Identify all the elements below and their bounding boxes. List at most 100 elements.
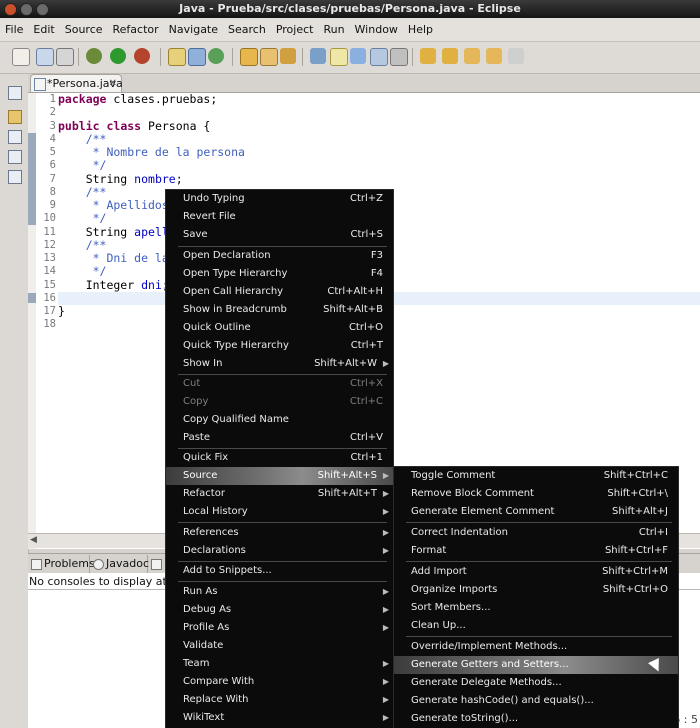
menu-item-generate-hashcode-equals[interactable]: Generate hashCode() and equals()... [394, 692, 678, 710]
menu-item-open-type-hierarchy[interactable]: Open Type Hierarchy F4 [166, 265, 393, 283]
restore-icon[interactable] [8, 86, 22, 100]
close-window-button[interactable] [4, 3, 17, 16]
window-controls[interactable] [4, 3, 49, 16]
code-text: clases.pruebas; [106, 92, 218, 106]
tab-javadoc[interactable]: Javadoc [90, 555, 149, 573]
menu-item-toggle-comment[interactable]: Toggle Comment Shift+Ctrl+C [394, 467, 678, 485]
tab-persona-java[interactable]: *Persona.java ✕ [30, 74, 123, 92]
menu-item-refactor[interactable]: Refactor Shift+Alt+T ▶ [166, 485, 393, 503]
last-edit-icon[interactable] [464, 48, 480, 64]
mark-occurrences-icon[interactable] [310, 48, 326, 64]
code-text: Integer [58, 277, 142, 292]
maximize-window-button[interactable] [36, 3, 49, 16]
scroll-left-icon[interactable]: ◀ [30, 535, 40, 545]
menu-item-validate[interactable]: Validate [166, 637, 393, 655]
show-whitespace-icon[interactable] [350, 48, 366, 64]
menu-item-generate-element-comment[interactable]: Generate Element Comment Shift+Alt+J [394, 503, 678, 521]
menu-item-open-call-hierarchy[interactable]: Open Call Hierarchy Ctrl+Alt+H [166, 283, 393, 301]
menu-item-override-implement-methods[interactable]: Override/Implement Methods... [394, 638, 678, 656]
menu-item-label: Copy Qualified Name [183, 414, 289, 425]
menu-item-cut[interactable]: Cut Ctrl+X [166, 375, 393, 393]
menu-item-label: Sort Members... [411, 602, 491, 613]
menu-item-show-in[interactable]: Show In Shift+Alt+W ▶ [166, 355, 393, 373]
menu-item-compare-with[interactable]: Compare With ▶ [166, 673, 393, 691]
menu-item-replace-with[interactable]: Replace With ▶ [166, 691, 393, 709]
open-type-icon[interactable] [240, 48, 258, 66]
menu-help[interactable]: Help [403, 23, 438, 36]
menu-item-quick-fix[interactable]: Quick Fix Ctrl+1 [166, 449, 393, 467]
block-selection-icon[interactable] [370, 48, 388, 66]
menu-item-references[interactable]: References ▶ [166, 524, 393, 542]
package-explorer-icon[interactable] [8, 110, 22, 124]
menu-refactor[interactable]: Refactor [108, 23, 164, 36]
menu-source[interactable]: Source [60, 23, 108, 36]
external-tools-icon[interactable] [134, 48, 150, 64]
new-file-icon[interactable] [12, 48, 30, 66]
menu-item-run-as[interactable]: Run As ▶ [166, 583, 393, 601]
menu-item-local-history[interactable]: Local History ▶ [166, 503, 393, 521]
menu-item-add-to-snippets[interactable]: Add to Snippets... [166, 562, 393, 580]
open-folder-icon[interactable] [260, 48, 278, 66]
next-annotation-icon[interactable] [420, 48, 436, 64]
menu-item-profile-as[interactable]: Profile As ▶ [166, 619, 393, 637]
menu-item-declarations[interactable]: Declarations ▶ [166, 542, 393, 560]
menu-item-correct-indentation[interactable]: Correct Indentation Ctrl+I [394, 524, 678, 542]
search-icon[interactable] [280, 48, 296, 64]
forward-icon[interactable] [508, 48, 524, 64]
new-class-icon[interactable] [208, 48, 224, 64]
menu-edit[interactable]: Edit [28, 23, 59, 36]
run-icon[interactable] [110, 48, 126, 64]
close-tab-icon[interactable]: ✕ [109, 75, 117, 92]
tab-problems[interactable]: Problems [28, 555, 95, 573]
minimize-window-button[interactable] [20, 3, 33, 16]
menu-item-generate-getters-setters[interactable]: Generate Getters and Setters... [394, 656, 678, 674]
code-comment: /** [58, 131, 107, 146]
menu-item-organize-imports[interactable]: Organize Imports Shift+Ctrl+O [394, 581, 678, 599]
new-package-icon[interactable] [188, 48, 206, 66]
menu-window[interactable]: Window [350, 23, 403, 36]
menu-item-save[interactable]: Save Ctrl+S [166, 226, 393, 244]
print-icon[interactable] [56, 48, 74, 66]
menu-item-clean-up[interactable]: Clean Up... [394, 617, 678, 635]
previous-annotation-icon[interactable] [442, 48, 458, 64]
menu-search[interactable]: Search [223, 23, 271, 36]
line-number: 10 [43, 212, 56, 225]
menu-item-source[interactable]: Source Shift+Alt+S ▶ [166, 467, 393, 485]
toggle-highlight-icon[interactable] [330, 48, 348, 66]
menu-run[interactable]: Run [318, 23, 349, 36]
paragraph-icon[interactable] [390, 48, 408, 66]
menu-item-show-in-breadcrumb[interactable]: Show in Breadcrumb Shift+Alt+B [166, 301, 393, 319]
menu-item-remove-block-comment[interactable]: Remove Block Comment Shift+Ctrl+\ [394, 485, 678, 503]
menu-item-generate-delegate-methods[interactable]: Generate Delegate Methods... [394, 674, 678, 692]
hierarchy-icon[interactable] [8, 130, 22, 144]
menu-item-quick-type-hierarchy[interactable]: Quick Type Hierarchy Ctrl+T [166, 337, 393, 355]
menu-item-paste[interactable]: Paste Ctrl+V [166, 429, 393, 447]
task-list-icon[interactable] [8, 170, 22, 184]
new-java-project-icon[interactable] [168, 48, 186, 66]
menu-project[interactable]: Project [271, 23, 319, 36]
menu-item-quick-outline[interactable]: Quick Outline Ctrl+O [166, 319, 393, 337]
menu-item-copy-qualified-name[interactable]: Copy Qualified Name [166, 411, 393, 429]
menu-item-add-import[interactable]: Add Import Shift+Ctrl+M [394, 563, 678, 581]
menu-item-generate-tostring[interactable]: Generate toString()... [394, 710, 678, 728]
menu-item-team[interactable]: Team ▶ [166, 655, 393, 673]
menu-item-undo-typing[interactable]: Undo Typing Ctrl+Z [166, 190, 393, 208]
outline-icon[interactable] [8, 150, 22, 164]
menu-item-copy[interactable]: Copy Ctrl+C [166, 393, 393, 411]
menu-item-open-declaration[interactable]: Open Declaration F3 [166, 247, 393, 265]
code-comment: * Nombre de la persona [58, 145, 245, 159]
menu-item-accel: Ctrl+O [348, 322, 383, 333]
menu-item-sort-members[interactable]: Sort Members... [394, 599, 678, 617]
line-number: 15 [43, 278, 56, 291]
menu-navigate[interactable]: Navigate [164, 23, 223, 36]
menu-item-revert-file[interactable]: Revert File [166, 208, 393, 226]
back-icon[interactable] [486, 48, 502, 64]
menu-item-format[interactable]: Format Shift+Ctrl+F [394, 542, 678, 560]
save-icon[interactable] [36, 48, 54, 66]
menu-file[interactable]: File [0, 23, 28, 36]
menu-item-wikitext[interactable]: WikiText ▶ [166, 709, 393, 727]
tab-declaration[interactable] [148, 555, 166, 573]
menu-item-label: Revert File [183, 211, 236, 222]
debug-icon[interactable] [86, 48, 102, 64]
menu-item-debug-as[interactable]: Debug As ▶ [166, 601, 393, 619]
